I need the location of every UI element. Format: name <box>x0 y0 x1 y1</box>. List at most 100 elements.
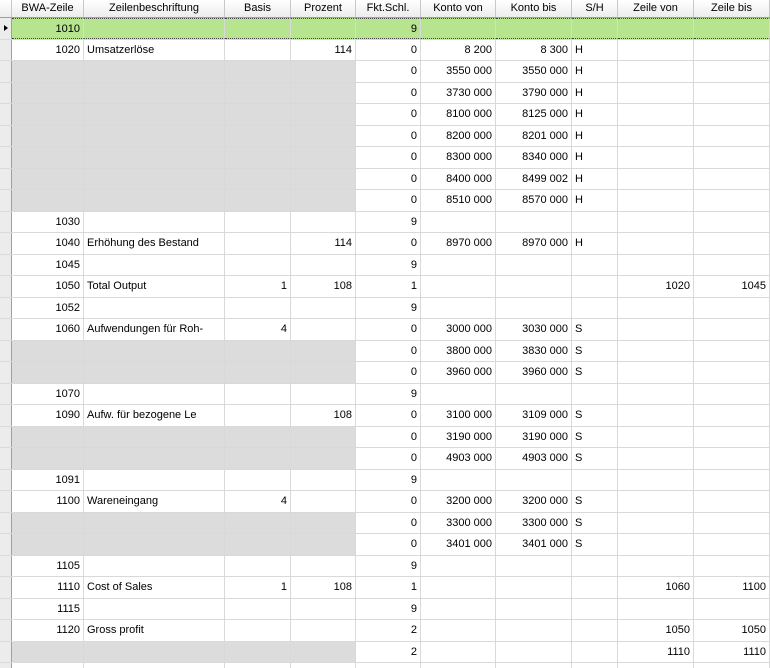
table-row[interactable] <box>0 663 770 668</box>
s-h-cell[interactable] <box>572 18 618 39</box>
zeile-bis-cell[interactable] <box>694 405 770 426</box>
row-selector[interactable] <box>0 233 12 254</box>
basis-cell[interactable] <box>225 620 291 641</box>
bwa-zeile-cell[interactable]: 1091 <box>12 469 84 490</box>
s-h-cell[interactable]: S <box>572 512 618 533</box>
zeile-bis-cell[interactable] <box>694 254 770 275</box>
zeile-bis-cell[interactable] <box>694 534 770 555</box>
prozent-cell[interactable] <box>291 448 356 469</box>
zeilenbeschriftung-cell[interactable]: Total Output <box>84 276 225 297</box>
konto-von-cell[interactable]: 8970 000 <box>421 233 496 254</box>
zeile-von-cell[interactable] <box>618 61 694 82</box>
s-h-cell[interactable]: H <box>572 61 618 82</box>
konto-bis-cell[interactable]: 3550 000 <box>496 61 572 82</box>
s-h-cell[interactable] <box>572 469 618 490</box>
prozent-cell[interactable] <box>291 61 356 82</box>
zeile-von-cell[interactable] <box>618 491 694 512</box>
zeilenbeschriftung-cell[interactable] <box>84 663 225 668</box>
bwa-zeile-cell[interactable]: 1045 <box>12 254 84 275</box>
zeilenbeschriftung-cell[interactable] <box>84 383 225 404</box>
konto-bis-cell[interactable] <box>496 276 572 297</box>
basis-cell[interactable] <box>225 297 291 318</box>
konto-von-cell[interactable] <box>421 577 496 598</box>
zeile-von-cell[interactable] <box>618 18 694 39</box>
table-row[interactable]: 0 3300 000 3300 000 S <box>0 512 770 534</box>
zeile-bis-cell[interactable] <box>694 512 770 533</box>
zeilenbeschriftung-cell[interactable] <box>84 82 225 103</box>
konto-bis-cell[interactable]: 8201 000 <box>496 125 572 146</box>
zeilenbeschriftung-cell[interactable] <box>84 104 225 125</box>
bwa-zeile-cell[interactable] <box>12 104 84 125</box>
table-row[interactable]: 1030 9 <box>0 211 770 233</box>
zeilenbeschriftung-cell[interactable] <box>84 168 225 189</box>
zeile-von-cell[interactable]: 1020 <box>618 276 694 297</box>
konto-bis-cell[interactable]: 8499 002 <box>496 168 572 189</box>
zeile-bis-cell[interactable] <box>694 319 770 340</box>
zeile-bis-cell[interactable] <box>694 125 770 146</box>
konto-von-cell[interactable]: 3960 000 <box>421 362 496 383</box>
zeilenbeschriftung-cell[interactable] <box>84 254 225 275</box>
fkt-schl-cell[interactable]: 0 <box>356 147 421 168</box>
basis-cell[interactable]: 4 <box>225 319 291 340</box>
prozent-cell[interactable] <box>291 125 356 146</box>
fkt-schl-cell[interactable]: 9 <box>356 469 421 490</box>
zeile-bis-cell[interactable] <box>694 104 770 125</box>
prozent-cell[interactable]: 108 <box>291 577 356 598</box>
table-row[interactable]: 1100 Wareneingang 4 0 3200 000 3200 000 S <box>0 491 770 513</box>
basis-cell[interactable] <box>225 147 291 168</box>
basis-cell[interactable] <box>225 61 291 82</box>
basis-cell[interactable] <box>225 534 291 555</box>
row-selector[interactable] <box>0 104 12 125</box>
table-row[interactable]: 1045 9 <box>0 254 770 276</box>
konto-von-cell[interactable] <box>421 641 496 662</box>
zeilenbeschriftung-cell[interactable]: Gross profit <box>84 620 225 641</box>
fkt-schl-cell[interactable]: 0 <box>356 82 421 103</box>
fkt-schl-cell[interactable]: 0 <box>356 39 421 60</box>
s-h-cell[interactable] <box>572 641 618 662</box>
bwa-zeile-cell[interactable] <box>12 340 84 361</box>
fkt-schl-cell[interactable]: 0 <box>356 125 421 146</box>
konto-von-cell[interactable] <box>421 18 496 39</box>
zeilenbeschriftung-cell[interactable] <box>84 61 225 82</box>
basis-cell[interactable] <box>225 190 291 211</box>
prozent-cell[interactable] <box>291 555 356 576</box>
col-header-prozent[interactable]: Prozent <box>291 0 356 17</box>
col-header-zeilenbeschriftung[interactable]: Zeilenbeschriftung <box>84 0 225 17</box>
row-selector[interactable] <box>0 254 12 275</box>
zeilenbeschriftung-cell[interactable]: Umsatzerlöse <box>84 39 225 60</box>
zeile-von-cell[interactable] <box>618 233 694 254</box>
row-selector[interactable] <box>0 362 12 383</box>
zeilenbeschriftung-cell[interactable] <box>84 641 225 662</box>
fkt-schl-cell[interactable]: 0 <box>356 534 421 555</box>
konto-von-cell[interactable]: 8300 000 <box>421 147 496 168</box>
row-selector[interactable] <box>0 340 12 361</box>
fkt-schl-cell[interactable]: 0 <box>356 405 421 426</box>
table-row[interactable]: 1120 Gross profit 2 1050 1050 <box>0 620 770 642</box>
zeile-von-cell[interactable] <box>618 190 694 211</box>
bwa-zeile-cell[interactable] <box>12 512 84 533</box>
prozent-cell[interactable] <box>291 211 356 232</box>
konto-von-cell[interactable]: 4903 000 <box>421 448 496 469</box>
bwa-zeile-cell[interactable]: 1052 <box>12 297 84 318</box>
zeile-von-cell[interactable] <box>618 362 694 383</box>
row-selector[interactable] <box>0 276 12 297</box>
zeilenbeschriftung-cell[interactable] <box>84 125 225 146</box>
s-h-cell[interactable]: H <box>572 190 618 211</box>
s-h-cell[interactable]: H <box>572 125 618 146</box>
zeile-bis-cell[interactable] <box>694 340 770 361</box>
col-header-bwa-zeile[interactable]: BWA-Zeile <box>12 0 84 17</box>
col-header-zeile-bis[interactable]: Zeile bis <box>694 0 770 17</box>
zeilenbeschriftung-cell[interactable] <box>84 340 225 361</box>
konto-von-cell[interactable]: 8400 000 <box>421 168 496 189</box>
zeile-von-cell[interactable]: 1050 <box>618 620 694 641</box>
zeilenbeschriftung-cell[interactable] <box>84 190 225 211</box>
zeile-von-cell[interactable] <box>618 426 694 447</box>
zeile-von-cell[interactable] <box>618 405 694 426</box>
zeile-von-cell[interactable] <box>618 104 694 125</box>
konto-bis-cell[interactable]: 8 300 <box>496 39 572 60</box>
konto-von-cell[interactable] <box>421 663 496 668</box>
zeile-von-cell[interactable] <box>618 598 694 619</box>
row-selector[interactable] <box>0 448 12 469</box>
zeilenbeschriftung-cell[interactable] <box>84 211 225 232</box>
table-row[interactable]: 1040 Erhöhung des Bestand 114 0 8970 000 8970… <box>0 233 770 255</box>
